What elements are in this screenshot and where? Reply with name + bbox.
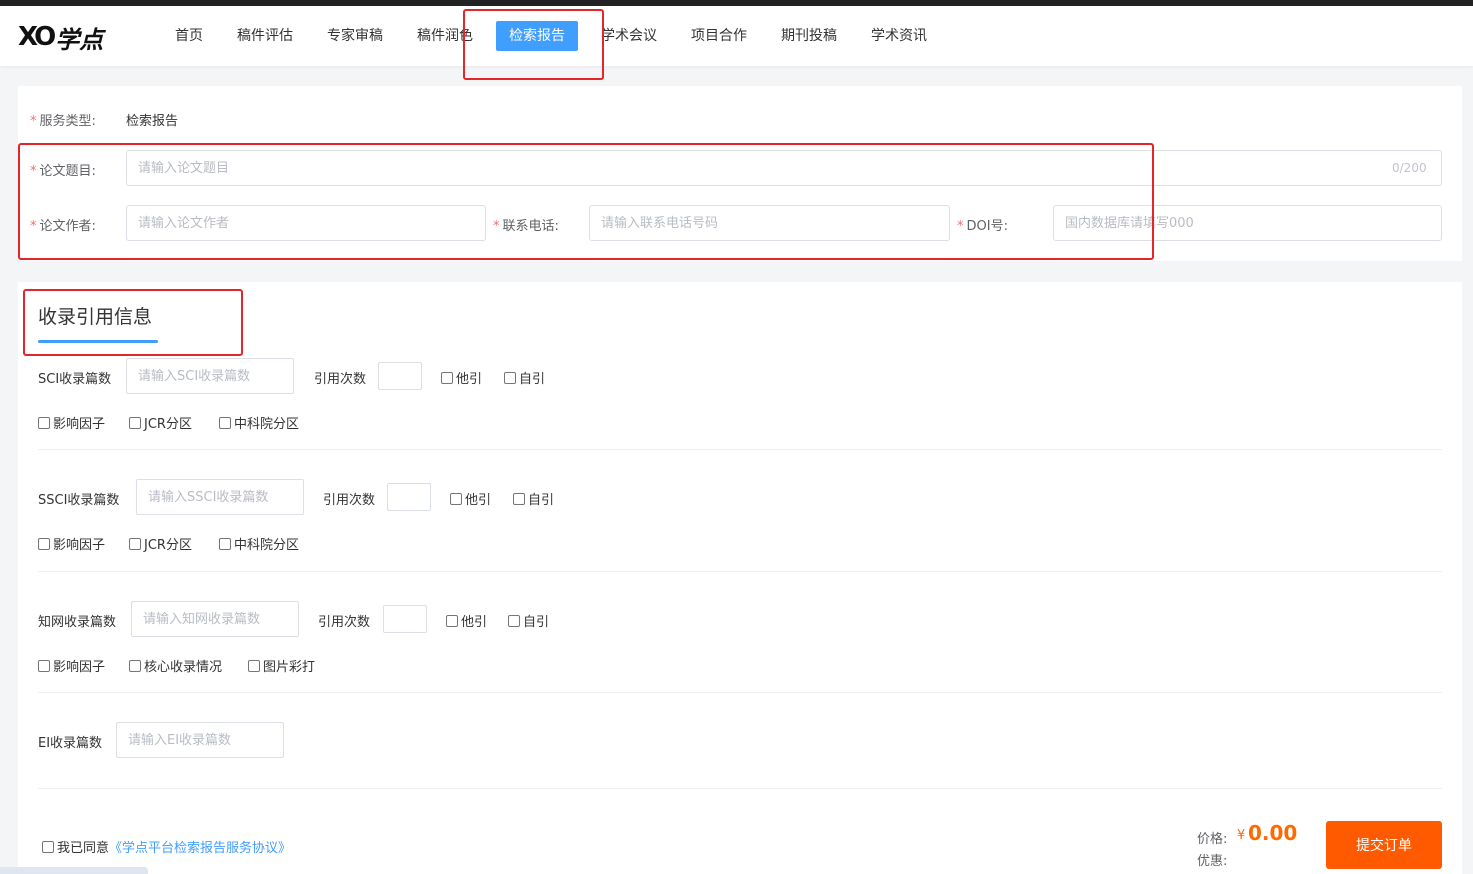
cnki-cite-count-input[interactable]: [383, 605, 427, 633]
cnki-other-cite-checkbox[interactable]: 他引: [446, 611, 487, 630]
divider: [38, 449, 1442, 450]
logo-text: 学点: [55, 24, 104, 54]
agreement-link[interactable]: 《学点平台检索报告服务协议》: [109, 837, 291, 856]
ei-count-input[interactable]: [116, 722, 284, 758]
ssci-jcr-checkbox[interactable]: JCR分区: [129, 534, 192, 553]
phone-label: * 联系电话:: [493, 219, 559, 234]
ssci-count-input[interactable]: [136, 479, 304, 515]
logo[interactable]: XO 学点: [18, 20, 103, 54]
ssci-cite-count-label: 引用次数: [323, 493, 376, 508]
sci-self-cite-checkbox[interactable]: 自引: [504, 368, 545, 387]
section-title-underline: [38, 340, 158, 343]
checkbox-box[interactable]: [38, 537, 50, 550]
ei-count-label: EI收录篇数: [38, 736, 103, 751]
title-char-counter: 0/200: [1392, 161, 1427, 175]
checkbox-box[interactable]: [42, 840, 54, 853]
bottom-strip: [0, 867, 148, 874]
cnki-self-cite-checkbox[interactable]: 自引: [508, 611, 549, 630]
header: XO 学点 首页 稿件评估 专家审稿 稿件润色 检索报告 学术会议 项目合作 期…: [0, 6, 1473, 66]
cnki-color-print-checkbox[interactable]: 图片彩打: [248, 656, 315, 675]
checkbox-box[interactable]: [38, 416, 50, 429]
cnki-cite-count-label: 引用次数: [318, 615, 371, 630]
checkbox-box[interactable]: [219, 537, 231, 550]
cnki-count-label: 知网收录篇数: [38, 615, 117, 630]
paper-title-label: * 论文题目:: [30, 164, 96, 179]
doi-label: * DOI号:: [957, 219, 1008, 234]
nav-item-journal-submission[interactable]: 期刊投稿: [770, 21, 848, 51]
divider: [38, 788, 1442, 789]
sci-cite-count-label: 引用次数: [314, 372, 367, 387]
agreement-checkbox[interactable]: 我已同意 《学点平台检索报告服务协议》: [42, 837, 291, 856]
paper-title-input[interactable]: [126, 150, 1442, 186]
cnki-count-input[interactable]: [131, 601, 299, 637]
nav-item-expert-review[interactable]: 专家审稿: [316, 21, 394, 51]
ssci-count-label: SSCI收录篇数: [38, 493, 120, 508]
ssci-impact-factor-checkbox[interactable]: 影响因子: [38, 534, 105, 553]
checkbox-box[interactable]: [129, 416, 141, 429]
checkbox-box[interactable]: [446, 614, 458, 627]
checkbox-box[interactable]: [508, 614, 520, 627]
checkbox-box[interactable]: [219, 416, 231, 429]
nav-item-project[interactable]: 项目合作: [680, 21, 758, 51]
section-title: 收录引用信息: [38, 306, 153, 328]
ssci-other-cite-checkbox[interactable]: 他引: [450, 489, 491, 508]
cnki-impact-factor-checkbox[interactable]: 影响因子: [38, 656, 105, 675]
ssci-self-cite-checkbox[interactable]: 自引: [513, 489, 554, 508]
phone-input[interactable]: [589, 205, 950, 241]
nav-item-manuscript-evaluation[interactable]: 稿件评估: [226, 21, 304, 51]
nav-item-polishing[interactable]: 稿件润色: [406, 21, 484, 51]
divider: [38, 692, 1442, 693]
sci-count-input[interactable]: [126, 358, 294, 394]
checkbox-box[interactable]: [441, 371, 453, 384]
doi-input[interactable]: [1053, 205, 1442, 241]
checkbox-box[interactable]: [450, 492, 462, 505]
sci-count-label: SCI收录篇数: [38, 372, 112, 387]
currency-symbol: ¥: [1237, 828, 1246, 843]
ssci-cas-checkbox[interactable]: 中科院分区: [219, 534, 299, 553]
sci-cas-checkbox[interactable]: 中科院分区: [219, 413, 299, 432]
main-nav: 首页 稿件评估 专家审稿 稿件润色 检索报告 学术会议 项目合作 期刊投稿 学术…: [164, 21, 950, 51]
checkbox-box[interactable]: [129, 659, 141, 672]
discount-label: 优惠:: [1197, 854, 1228, 869]
nav-item-news[interactable]: 学术资讯: [860, 21, 938, 51]
sci-other-cite-checkbox[interactable]: 他引: [441, 368, 482, 387]
price-label: 价格:: [1197, 832, 1228, 847]
ssci-cite-count-input[interactable]: [387, 483, 431, 511]
citation-info-card: 收录引用信息 SCI收录篇数 引用次数 他引 自引 影响因子 JCR分区 中科院…: [18, 282, 1462, 874]
checkbox-box[interactable]: [513, 492, 525, 505]
nav-item-conference[interactable]: 学术会议: [590, 21, 668, 51]
submit-order-button[interactable]: 提交订单: [1326, 821, 1442, 869]
nav-item-home[interactable]: 首页: [164, 21, 214, 51]
price-value: 0.00: [1248, 821, 1298, 845]
checkbox-box[interactable]: [504, 371, 516, 384]
service-type-value: 检索报告: [126, 114, 179, 129]
sci-jcr-checkbox[interactable]: JCR分区: [129, 413, 192, 432]
cnki-core-checkbox[interactable]: 核心收录情况: [129, 656, 222, 675]
paper-author-input[interactable]: [126, 205, 486, 241]
checkbox-box[interactable]: [38, 659, 50, 672]
service-type-label: * 服务类型:: [30, 114, 96, 129]
checkbox-box[interactable]: [129, 537, 141, 550]
sci-cite-count-input[interactable]: [378, 362, 422, 390]
nav-item-search-report[interactable]: 检索报告: [496, 21, 578, 51]
sci-impact-factor-checkbox[interactable]: 影响因子: [38, 413, 105, 432]
logo-mark: XO: [18, 22, 56, 52]
paper-author-label: * 论文作者:: [30, 219, 96, 234]
basic-info-card: *服务类型: 检索报告 *论文题目: 0/200 *论文作者: *联系电话: *…: [18, 86, 1462, 261]
divider: [38, 571, 1442, 572]
checkbox-box[interactable]: [248, 659, 260, 672]
